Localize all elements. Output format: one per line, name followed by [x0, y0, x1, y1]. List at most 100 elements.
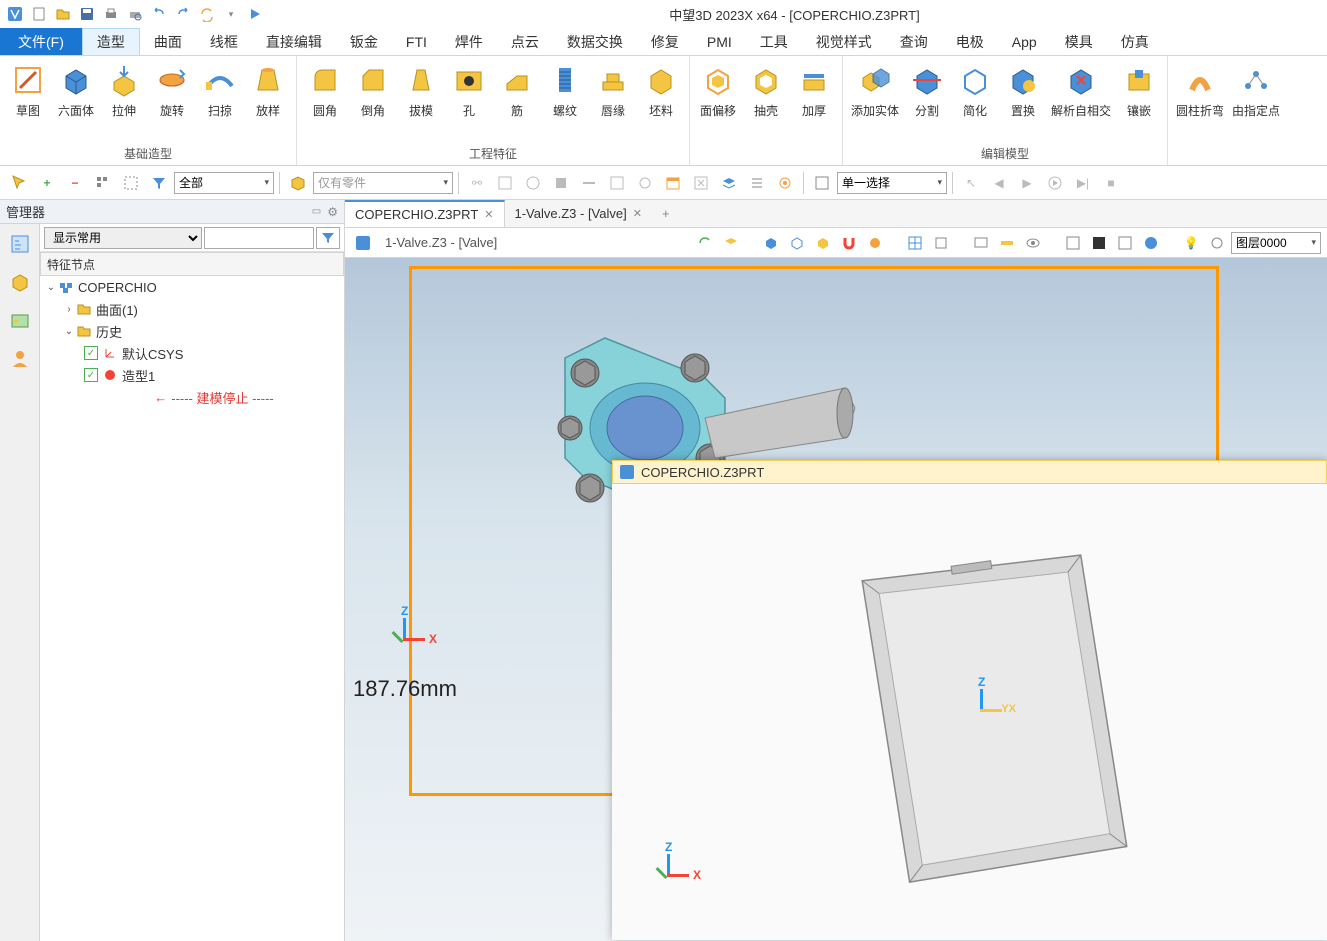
close-icon[interactable]: ✕ — [484, 208, 493, 221]
vt-cube1-icon[interactable] — [759, 231, 783, 255]
menu-weld[interactable]: 焊件 — [441, 28, 497, 55]
menu-repair[interactable]: 修复 — [637, 28, 693, 55]
tb-icon-3[interactable] — [548, 170, 574, 196]
vt-circle-icon[interactable] — [863, 231, 887, 255]
side-cube-icon[interactable] — [6, 268, 34, 296]
menu-pmi[interactable]: PMI — [693, 28, 746, 55]
btn-hole[interactable]: 孔 — [445, 58, 493, 142]
tb-icon-4[interactable] — [576, 170, 602, 196]
menu-direct-edit[interactable]: 直接编辑 — [252, 28, 336, 55]
funnel-icon[interactable] — [146, 170, 172, 196]
app-icon[interactable] — [4, 3, 26, 25]
vt-color3-icon[interactable] — [1113, 231, 1137, 255]
tb-icon-checkbox[interactable] — [809, 170, 835, 196]
btn-thicken[interactable]: 加厚 — [790, 58, 838, 159]
dropdown-icon[interactable]: ▾ — [220, 3, 242, 25]
tree-shape1[interactable]: ✓ 造型1 — [40, 364, 344, 386]
btn-fillet[interactable]: 圆角 — [301, 58, 349, 142]
btn-simplify[interactable]: 简化 — [951, 58, 999, 142]
vt-ruler-icon[interactable] — [995, 231, 1019, 255]
tb-icon-2[interactable] — [520, 170, 546, 196]
btn-split[interactable]: 分割 — [903, 58, 951, 142]
tb-icon-list[interactable] — [744, 170, 770, 196]
btn-sweep[interactable]: 扫掠 — [196, 58, 244, 142]
vt-grid-icon[interactable] — [903, 231, 927, 255]
select-mode[interactable]: 单一选择 — [837, 172, 947, 194]
nav-end-icon[interactable]: ▶| — [1070, 170, 1096, 196]
refresh-icon[interactable] — [196, 3, 218, 25]
vt-magnet-icon[interactable] — [837, 231, 861, 255]
link-icon[interactable]: ⚯ — [464, 170, 490, 196]
undo-icon[interactable] — [148, 3, 170, 25]
close-icon[interactable]: ✕ — [633, 207, 642, 220]
vt-refresh-icon[interactable] — [693, 231, 717, 255]
vt-eye-icon[interactable] — [1021, 231, 1045, 255]
btn-loft[interactable]: 放样 — [244, 58, 292, 142]
btn-sketch[interactable]: 草图 — [4, 58, 52, 142]
doctab-valve[interactable]: 1-Valve.Z3 - [Valve] ✕ — [505, 200, 652, 227]
menu-surface[interactable]: 曲面 — [140, 28, 196, 55]
vt-layers-icon[interactable] — [719, 231, 743, 255]
tree-root[interactable]: ⌄ COPERCHIO — [40, 276, 344, 298]
btn-add-body[interactable]: 添加实体 — [847, 58, 903, 142]
cube-filter-icon[interactable] — [285, 170, 311, 196]
tree-history[interactable]: ⌄ 历史 — [40, 320, 344, 342]
side-layers-icon[interactable] — [6, 306, 34, 334]
secondary-window[interactable]: COPERCHIO.Z3PRT — [612, 460, 1327, 940]
vt-cube3-icon[interactable] — [811, 231, 835, 255]
menu-electrode[interactable]: 电极 — [942, 28, 998, 55]
menu-wireframe[interactable]: 线框 — [196, 28, 252, 55]
menu-point-cloud[interactable]: 点云 — [497, 28, 553, 55]
parts-select[interactable]: 仅有零件 — [313, 172, 453, 194]
minus-icon[interactable]: − — [62, 170, 88, 196]
btn-cylinder-bend[interactable]: 圆柱折弯 — [1172, 58, 1228, 159]
nav-back-icon[interactable]: ◀ — [986, 170, 1012, 196]
tb-icon-5[interactable] — [604, 170, 630, 196]
btn-shell[interactable]: 抽壳 — [742, 58, 790, 159]
show-common-select[interactable]: 显示常用 — [44, 227, 202, 249]
panel-gear-icon[interactable]: ⚙ — [327, 205, 338, 219]
menu-query[interactable]: 查询 — [886, 28, 942, 55]
panel-minimize-icon[interactable]: ▭ — [312, 206, 321, 217]
nav-forward-icon[interactable]: ▶ — [1014, 170, 1040, 196]
menu-sheet-metal[interactable]: 钣金 — [336, 28, 392, 55]
menu-fti[interactable]: FTI — [392, 28, 441, 55]
btn-replace[interactable]: 置换 — [999, 58, 1047, 142]
new-icon[interactable] — [28, 3, 50, 25]
menu-app[interactable]: App — [998, 28, 1051, 55]
btn-revolve[interactable]: 旋转 — [148, 58, 196, 142]
filter-select[interactable]: 全部 — [174, 172, 274, 194]
grid-select-icon[interactable] — [90, 170, 116, 196]
btn-extrude[interactable]: 拉伸 — [100, 58, 148, 142]
vt-color2-icon[interactable] — [1087, 231, 1111, 255]
tree-surface[interactable]: › 曲面(1) — [40, 298, 344, 320]
btn-rib[interactable]: 筋 — [493, 58, 541, 142]
tb-icon-6[interactable] — [632, 170, 658, 196]
open-icon[interactable] — [52, 3, 74, 25]
save-icon[interactable] — [76, 3, 98, 25]
nav-cursor-icon[interactable]: ↖ — [958, 170, 984, 196]
btn-box[interactable]: 六面体 — [52, 58, 100, 142]
vt-color1-icon[interactable] — [1061, 231, 1085, 255]
btn-chamfer[interactable]: 倒角 — [349, 58, 397, 142]
play-icon[interactable] — [244, 3, 266, 25]
btn-by-points[interactable]: 由指定点 — [1228, 58, 1284, 159]
checkbox-icon[interactable]: ✓ — [84, 368, 98, 382]
vt-circle2-icon[interactable] — [1205, 231, 1229, 255]
side-user-icon[interactable] — [6, 344, 34, 372]
menu-visual-style[interactable]: 视觉样式 — [802, 28, 886, 55]
add-tab[interactable]: + — [652, 200, 680, 227]
tb-icon-layers[interactable] — [716, 170, 742, 196]
menu-simulation[interactable]: 仿真 — [1107, 28, 1163, 55]
dotted-select-icon[interactable] — [118, 170, 144, 196]
secondary-window-title-bar[interactable]: COPERCHIO.Z3PRT — [612, 460, 1327, 484]
tb-icon-target[interactable] — [772, 170, 798, 196]
menu-data-exchange[interactable]: 数据交换 — [553, 28, 637, 55]
viewport[interactable]: 1-Valve.Z3 - [Valve] — [345, 228, 1327, 941]
cursor-icon[interactable] — [6, 170, 32, 196]
nav-play-icon[interactable] — [1042, 170, 1068, 196]
nav-stop-icon[interactable]: ■ — [1098, 170, 1124, 196]
side-tree-icon[interactable] — [6, 230, 34, 258]
layer-select[interactable]: 图层0000 — [1231, 232, 1321, 254]
tree-csys[interactable]: ✓ 默认CSYS — [40, 342, 344, 364]
